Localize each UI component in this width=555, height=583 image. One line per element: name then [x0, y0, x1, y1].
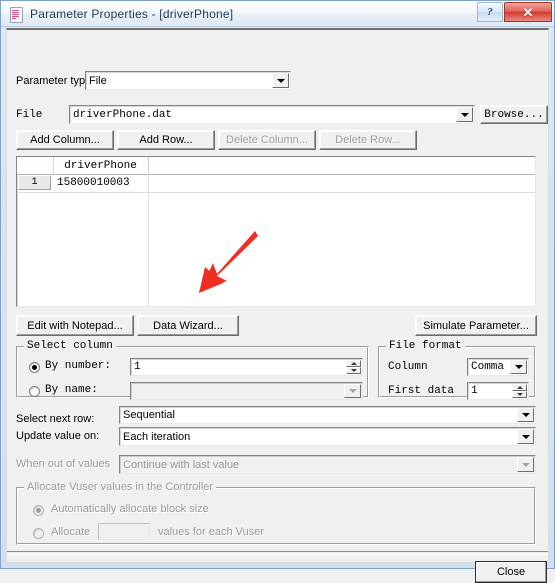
file-label: File: [16, 109, 43, 121]
chevron-down-icon[interactable]: [272, 73, 289, 88]
title-bar: Parameter Properties - [driverPhone] ? ✕: [1, 1, 554, 27]
dialog-client-area: Parameter type: File File driverPhone.da…: [6, 28, 549, 583]
simulate-parameter-button[interactable]: Simulate Parameter...: [415, 315, 537, 336]
allocate-vuser-group-title: Allocate Vuser values in the Controller: [24, 481, 217, 493]
allocate-suffix-label: values for each Vuser: [158, 526, 264, 538]
help-button[interactable]: ?: [477, 2, 503, 22]
allocate-block-radio: [33, 528, 44, 539]
table-cell[interactable]: 15800010003: [55, 174, 150, 192]
browse-button[interactable]: Browse...: [480, 105, 548, 124]
auto-allocate-label: Automatically allocate block size: [51, 503, 209, 515]
chevron-down-icon[interactable]: [517, 408, 534, 422]
grid-header-row: driverPhone: [17, 157, 535, 175]
chevron-down-icon[interactable]: [510, 360, 527, 374]
parameter-type-label: Parameter type:: [16, 75, 95, 87]
add-row-button[interactable]: Add Row...: [117, 130, 215, 150]
file-path-value: driverPhone.dat: [73, 108, 173, 121]
update-value-on-combo[interactable]: Each iteration: [119, 427, 536, 446]
parameter-properties-window: Parameter Properties - [driverPhone] ? ✕…: [0, 0, 555, 583]
auto-allocate-radio: [33, 505, 44, 516]
grid-column-header[interactable]: driverPhone: [53, 157, 149, 174]
column-format-combo[interactable]: Comma: [467, 358, 529, 376]
by-number-stepper[interactable]: [346, 360, 361, 374]
edit-with-notepad-button[interactable]: Edit with Notepad...: [16, 315, 134, 336]
close-glyph: ✕: [522, 4, 534, 20]
parameter-data-grid[interactable]: driverPhone 1 15800010003: [16, 156, 536, 307]
first-data-label: First data: [388, 385, 455, 397]
first-data-value: 1: [471, 385, 478, 397]
data-wizard-button[interactable]: Data Wizard...: [137, 315, 239, 336]
grid-corner-cell: [17, 157, 54, 174]
by-name-combo: [130, 382, 363, 400]
select-next-row-combo[interactable]: Sequential: [119, 406, 536, 424]
window-title: Parameter Properties - [driverPhone]: [30, 6, 234, 21]
parameter-type-combo[interactable]: File: [85, 71, 291, 90]
when-out-of-values-combo: Continue with last value: [119, 455, 536, 474]
close-button[interactable]: Close: [475, 561, 547, 583]
chevron-down-icon[interactable]: [456, 107, 473, 122]
allocate-vuser-group: Allocate Vuser values in the Controller: [16, 481, 536, 545]
chevron-down-icon: [344, 384, 361, 398]
chevron-down-icon[interactable]: [517, 429, 534, 444]
by-number-input[interactable]: 1: [130, 358, 363, 376]
first-data-stepper[interactable]: [512, 384, 527, 398]
add-column-button[interactable]: Add Column...: [16, 130, 114, 150]
column-format-value: Comma: [471, 361, 505, 373]
update-value-on-label: Update value on:: [16, 430, 100, 442]
when-out-of-values-label: When out of values: [16, 458, 111, 470]
select-next-row-label: Select next row:: [16, 413, 95, 425]
by-name-radio[interactable]: [29, 386, 40, 397]
table-row[interactable]: 1 15800010003: [17, 174, 535, 193]
by-number-radio[interactable]: [29, 362, 40, 373]
when-out-of-values-value: Continue with last value: [123, 458, 240, 471]
select-column-group-title: Select column: [24, 340, 116, 352]
column-format-label: Column: [388, 361, 428, 373]
first-data-input[interactable]: 1: [467, 382, 529, 400]
chevron-down-icon: [517, 457, 534, 472]
select-next-row-value: Sequential: [123, 409, 175, 421]
delete-column-button: Delete Column...: [218, 130, 316, 150]
caption-buttons: ? ✕: [476, 2, 552, 22]
file-format-group-title: File format: [386, 340, 465, 352]
allocate-label: Allocate: [51, 526, 91, 538]
row-number-header[interactable]: 1: [18, 175, 51, 190]
footer-divider: [7, 551, 548, 555]
file-path-combo[interactable]: driverPhone.dat: [69, 105, 475, 124]
by-number-label: By number:: [45, 360, 112, 372]
by-number-value: 1: [134, 361, 141, 373]
allocate-value-input: [98, 523, 150, 540]
delete-row-button: Delete Row...: [319, 130, 417, 150]
close-icon[interactable]: ✕: [504, 2, 552, 22]
parameter-type-value: File: [89, 74, 107, 87]
properties-document-icon: [8, 6, 24, 23]
update-value-on-value: Each iteration: [123, 430, 191, 443]
by-name-label: By name:: [45, 384, 98, 396]
